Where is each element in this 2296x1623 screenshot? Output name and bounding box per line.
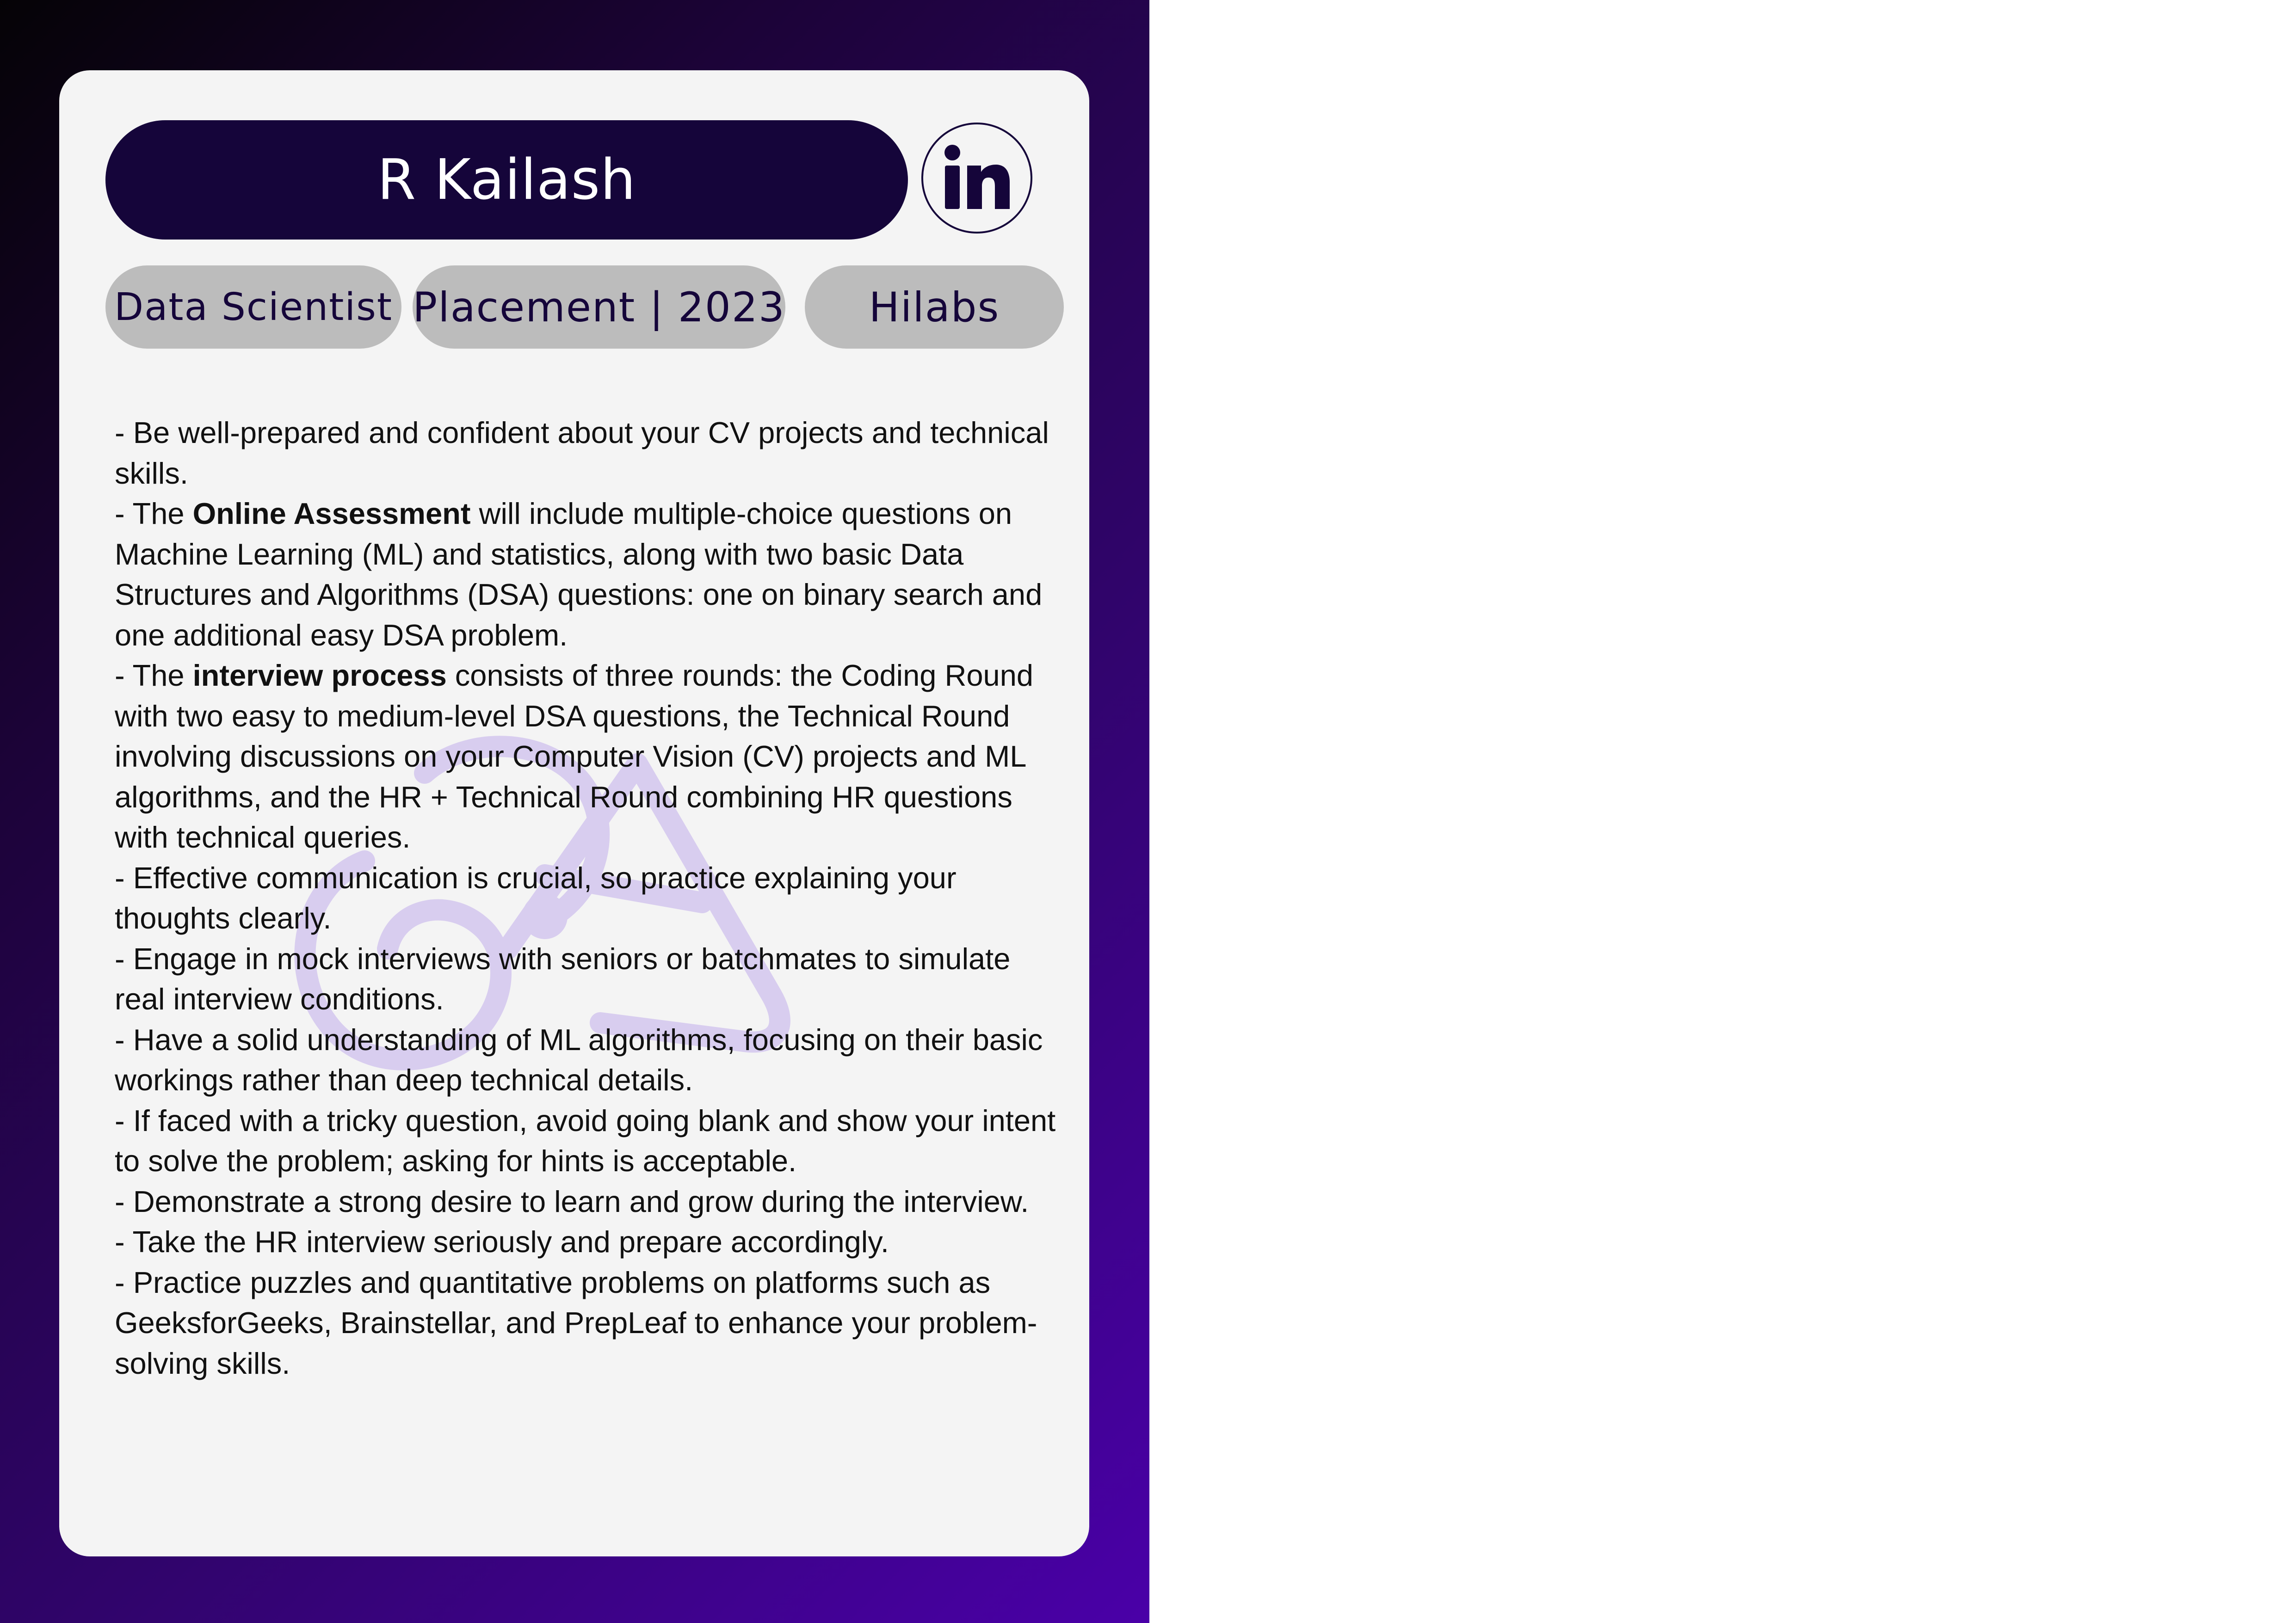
experience-card: R Kailash Data Scientist Placement | 202… xyxy=(59,70,1089,1556)
tip-item: - Take the HR interview seriously and pr… xyxy=(115,1225,889,1259)
tip-item: - The interview process consists of thre… xyxy=(115,658,1033,854)
tip-highlight: Online Assessment xyxy=(192,497,471,530)
tip-item: - Demonstrate a strong desire to learn a… xyxy=(115,1184,1029,1218)
company-tag: Hilabs xyxy=(805,265,1064,349)
tips-list: - Be well-prepared and confident about y… xyxy=(115,412,1058,1383)
tip-item: - Engage in mock interviews with seniors… xyxy=(115,941,1011,1016)
tip-item: - If faced with a tricky question, avoid… xyxy=(115,1103,1056,1178)
linkedin-icon[interactable] xyxy=(921,123,1032,234)
tip-item: - The Online Assessment will include mul… xyxy=(115,497,1043,652)
linkedin-glyph xyxy=(944,145,1010,209)
company-label: Hilabs xyxy=(869,283,1000,331)
placement-tag: Placement | 2023 xyxy=(413,265,785,349)
tip-highlight: interview process xyxy=(192,658,447,692)
role-tag: Data Scientist xyxy=(105,265,401,349)
tip-item: - Effective communication is crucial, so… xyxy=(115,861,957,935)
person-name: R Kailash xyxy=(377,148,636,212)
name-banner: R Kailash xyxy=(105,120,908,240)
placement-label: Placement | 2023 xyxy=(413,283,785,331)
tip-item: - Have a solid understanding of ML algor… xyxy=(115,1022,1043,1097)
tip-item: - Be well-prepared and confident about y… xyxy=(115,416,1049,490)
page: R Kailash Data Scientist Placement | 202… xyxy=(0,0,2296,1623)
role-label: Data Scientist xyxy=(114,285,393,329)
tip-item: - Practice puzzles and quantitative prob… xyxy=(115,1265,1037,1380)
